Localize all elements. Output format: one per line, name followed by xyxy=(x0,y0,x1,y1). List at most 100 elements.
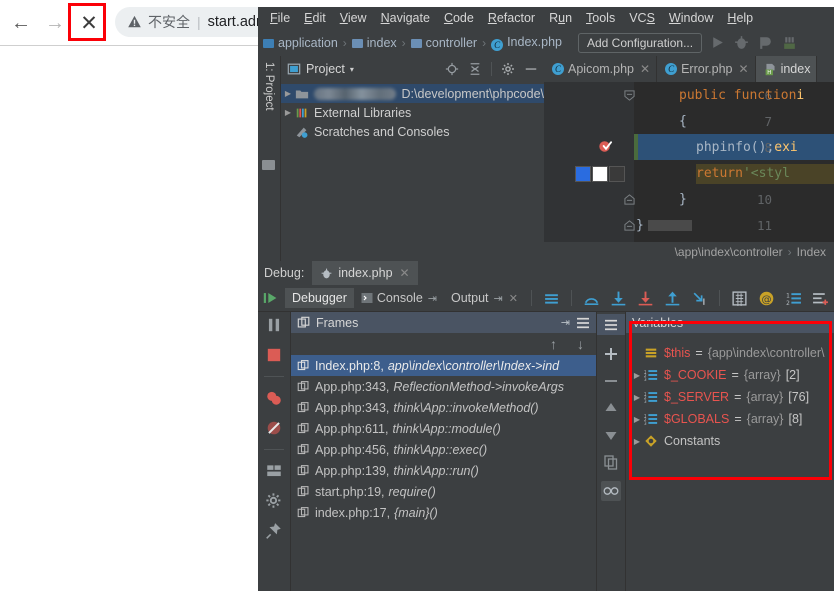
add-icon[interactable] xyxy=(603,346,619,362)
toolwindow-button-project[interactable]: 1: Project xyxy=(258,60,280,150)
evaluate-expression-icon[interactable] xyxy=(731,290,748,307)
frame-row[interactable]: App.php:343, ReflectionMethod->invokeArg… xyxy=(291,376,596,397)
run-to-cursor-icon[interactable] xyxy=(691,290,708,307)
close-icon[interactable]: ✕ xyxy=(739,62,749,76)
settings-icon[interactable] xyxy=(812,290,829,307)
chevron-right-icon[interactable]: ▶ xyxy=(281,108,295,117)
frame-row[interactable]: Index.php:8, app\index\controller\Index-… xyxy=(291,355,596,376)
close-icon[interactable]: ✕ xyxy=(509,292,518,305)
breadcrumb-item-controller[interactable]: controller xyxy=(410,36,477,50)
frame-row[interactable]: index.php:17, {main}() xyxy=(291,502,596,523)
remove-icon[interactable] xyxy=(603,373,619,389)
menu-file[interactable]: File xyxy=(263,9,297,27)
tab-console[interactable]: Console ⇥ xyxy=(354,288,444,308)
show-execution-point-icon[interactable] xyxy=(543,290,560,307)
step-into-icon[interactable] xyxy=(610,290,627,307)
breadcrumb-item-indexphp[interactable]: C Index.php xyxy=(491,35,562,51)
hide-panel-icon[interactable] xyxy=(524,62,538,76)
close-icon[interactable]: ✕ xyxy=(400,266,410,280)
chevron-right-icon[interactable]: ▶ xyxy=(630,415,644,424)
menu-window[interactable]: Window xyxy=(662,9,720,27)
pause-icon[interactable] xyxy=(265,316,283,334)
step-over-icon[interactable] xyxy=(583,290,600,307)
resume-program-icon[interactable] xyxy=(262,290,280,306)
watches-icon[interactable] xyxy=(601,481,621,501)
collapse-all-icon[interactable] xyxy=(468,62,482,76)
chevron-right-icon[interactable]: ▶ xyxy=(630,437,644,446)
menu-run[interactable]: Run xyxy=(542,9,579,27)
editor-gutter[interactable] xyxy=(544,82,634,242)
menu-help[interactable]: Help xyxy=(720,9,760,27)
code-editor[interactable]: 6 public function i 7 { 8 phpinfo (); ex… xyxy=(544,82,834,242)
settings-gear-icon[interactable] xyxy=(501,62,515,76)
frame-row[interactable]: start.php:19, require() xyxy=(291,481,596,502)
status-breadcrumb-member[interactable]: Index xyxy=(797,245,826,259)
pin-icon[interactable] xyxy=(265,522,283,540)
menu-edit[interactable]: Edit xyxy=(297,9,333,27)
frame-row[interactable]: App.php:343, think\App::invokeMethod() xyxy=(291,397,596,418)
mute-breakpoints-icon[interactable] xyxy=(265,419,283,437)
coverage-icon[interactable] xyxy=(757,34,774,51)
at-icon[interactable]: @ xyxy=(758,290,775,307)
editor-tab-index-html[interactable]: H index xyxy=(755,56,818,82)
breadcrumb-item-application[interactable]: application xyxy=(263,36,338,50)
color-swatch-dark[interactable] xyxy=(609,166,625,182)
chevron-down-icon[interactable]: ▾ xyxy=(350,65,354,74)
profile-icon[interactable] xyxy=(781,34,798,51)
variable-row[interactable]: $this = {app\index\controller\ xyxy=(626,342,834,364)
tree-item-external-libraries[interactable]: ▶ External Libraries xyxy=(281,103,544,122)
add-configuration-button[interactable]: Add Configuration... xyxy=(578,32,703,53)
menu-refactor[interactable]: Refactor xyxy=(481,9,542,27)
force-step-into-icon[interactable] xyxy=(637,290,654,307)
detach-icon[interactable]: ⇥ xyxy=(428,292,437,305)
frames-nav-down[interactable]: ↓ xyxy=(577,336,584,352)
menu-vcs[interactable]: VCS xyxy=(622,9,662,27)
sort-variables-icon[interactable]: 12 xyxy=(785,290,802,307)
browser-back-button[interactable]: ← xyxy=(8,10,34,36)
run-icon[interactable] xyxy=(709,34,726,51)
debug-icon[interactable] xyxy=(733,34,750,51)
menu-view[interactable]: View xyxy=(333,9,374,27)
menu-navigate[interactable]: Navigate xyxy=(374,9,437,27)
variable-row[interactable]: ▶ 123 $_COOKIE = {array} [2] xyxy=(626,364,834,386)
variable-row-constants[interactable]: ▶ Constants xyxy=(626,430,834,452)
frame-row[interactable]: App.php:456, think\App::exec() xyxy=(291,439,596,460)
frame-row[interactable]: App.php:139, think\App::run() xyxy=(291,460,596,481)
status-breadcrumb-path[interactable]: \app\index\controller xyxy=(675,245,783,259)
restore-layout-icon[interactable] xyxy=(265,462,283,480)
tab-debugger[interactable]: Debugger xyxy=(285,288,354,308)
menu-code[interactable]: Code xyxy=(437,9,481,27)
folder-icon[interactable] xyxy=(262,160,275,170)
frames-nav-up[interactable]: ↑ xyxy=(550,336,557,352)
variables-list[interactable]: $this = {app\index\controller\ ▶ 123 $_C… xyxy=(626,333,834,591)
variable-row[interactable]: ▶ 123 $GLOBALS = {array} [8] xyxy=(626,408,834,430)
step-out-icon[interactable] xyxy=(664,290,681,307)
color-swatch-blue[interactable] xyxy=(575,166,591,182)
frames-list[interactable]: Index.php:8, app\index\controller\Index-… xyxy=(291,355,596,591)
chevron-right-icon[interactable]: ▶ xyxy=(281,89,295,98)
color-swatch-white[interactable] xyxy=(592,166,608,182)
debug-session-tab[interactable]: index.php ✕ xyxy=(312,261,418,285)
editor-tab-error[interactable]: C Error.php ✕ xyxy=(657,56,756,82)
chevron-right-icon[interactable]: ▶ xyxy=(630,393,644,402)
stop-icon[interactable] xyxy=(265,346,283,364)
breakpoint-icon[interactable] xyxy=(598,138,613,153)
tree-item-scratches-and-consoles[interactable]: Scratches and Consoles xyxy=(281,122,544,141)
view-breakpoints-icon[interactable] xyxy=(265,389,283,407)
detach-icon[interactable]: ⇥ xyxy=(561,316,570,329)
editor-tab-apicom[interactable]: C Apicom.php ✕ xyxy=(544,56,658,82)
menu-tools[interactable]: Tools xyxy=(579,9,622,27)
locate-icon[interactable] xyxy=(445,62,459,76)
frame-row[interactable]: App.php:611, think\App::module() xyxy=(291,418,596,439)
detach-icon[interactable]: ⇥ xyxy=(494,292,503,305)
settings-gear-icon[interactable] xyxy=(265,492,283,510)
chevron-right-icon[interactable]: ▶ xyxy=(630,371,644,380)
breadcrumb-item-index[interactable]: index xyxy=(351,36,397,50)
menu-icon[interactable] xyxy=(576,317,590,329)
variable-row[interactable]: ▶ 123 $_SERVER = {array} [76] xyxy=(626,386,834,408)
move-down-icon[interactable] xyxy=(603,427,619,443)
copy-icon[interactable] xyxy=(603,454,619,470)
close-icon[interactable]: ✕ xyxy=(640,62,650,76)
menu-icon[interactable] xyxy=(604,319,618,331)
browser-forward-button[interactable]: → xyxy=(42,10,68,36)
